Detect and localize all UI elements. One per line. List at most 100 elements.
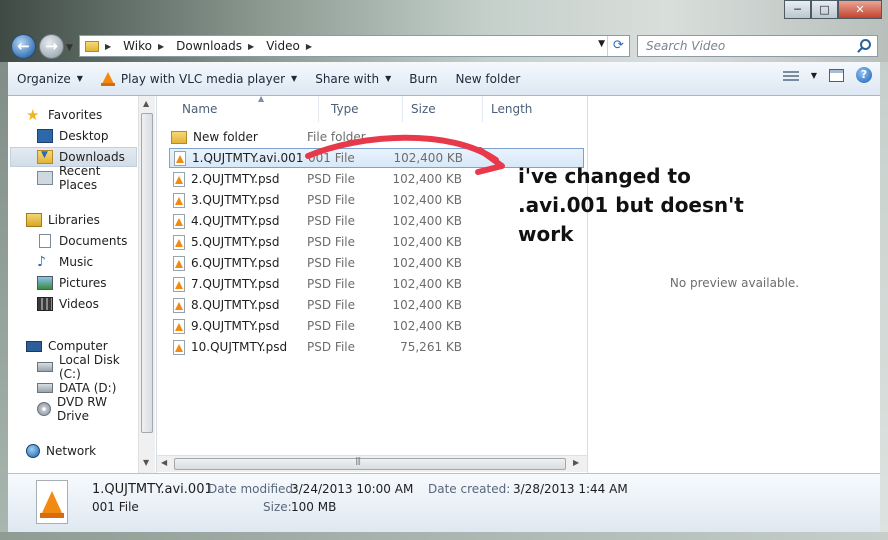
vlc-file-icon xyxy=(173,234,185,250)
date-modified-value: 3/24/2013 10:00 AM xyxy=(291,482,414,496)
vlc-file-icon xyxy=(173,339,185,355)
breadcrumb-downloads[interactable]: Downloads ▶ xyxy=(176,39,260,53)
chevron-right-icon[interactable]: ▶ xyxy=(105,42,111,51)
pictures-icon xyxy=(37,276,53,290)
chevron-down-icon: ▼ xyxy=(291,74,298,83)
window-frame-right xyxy=(880,62,888,532)
sidebar-item-recent-places[interactable]: Recent Places xyxy=(37,164,137,192)
column-header-name[interactable]: ▲ Name xyxy=(174,94,319,122)
window-frame-left xyxy=(0,62,8,532)
chevron-right-icon[interactable]: ▶ xyxy=(306,42,312,51)
date-modified-label: Date modified: xyxy=(208,482,298,496)
back-button[interactable]: ← xyxy=(11,34,36,59)
sidebar-item-music[interactable]: ♪ Music xyxy=(37,252,137,272)
vlc-file-icon xyxy=(173,171,185,187)
scrollbar-thumb[interactable] xyxy=(174,456,566,470)
folder-icon xyxy=(85,40,99,52)
star-icon: ★ xyxy=(26,106,40,124)
window-frame-bottom xyxy=(0,532,888,540)
hard-disk-icon xyxy=(37,362,53,372)
file-row[interactable]: 9.QUJTMTY.psd PSD File 102,400 KB xyxy=(169,316,584,336)
sidebar-item-network[interactable]: Network xyxy=(26,441,136,461)
address-dropdown-icon[interactable]: ▼ xyxy=(598,39,605,49)
sidebar-item-local-disk[interactable]: Local Disk (C:) xyxy=(37,353,139,381)
horizontal-scrollbar[interactable]: ◀ ▶ xyxy=(157,455,587,472)
burn-button[interactable]: Burn xyxy=(400,67,446,91)
network-icon xyxy=(26,444,40,458)
organize-button[interactable]: Organize ▼ xyxy=(8,67,92,91)
search-icon[interactable] xyxy=(860,39,871,50)
file-row[interactable]: 8.QUJTMTY.psd PSD File 102,400 KB xyxy=(169,295,584,315)
folder-icon xyxy=(171,130,187,144)
chevron-down-icon: ▼ xyxy=(385,74,392,83)
navigation-scrollbar[interactable]: ▲ ▼ xyxy=(138,96,155,473)
preview-pane: No preview available. xyxy=(587,96,880,473)
chevron-right-icon[interactable]: ▶ xyxy=(248,42,254,51)
scroll-up-icon[interactable]: ▲ xyxy=(143,99,149,108)
hard-disk-icon xyxy=(37,383,53,393)
new-folder-button[interactable]: New folder xyxy=(446,67,529,91)
column-header-size[interactable]: Size xyxy=(403,96,483,122)
vlc-file-icon xyxy=(173,213,185,229)
music-icon: ♪ xyxy=(37,254,46,270)
vlc-file-icon xyxy=(173,192,185,208)
minimize-button[interactable]: ─ xyxy=(784,0,811,19)
maximize-button[interactable]: □ xyxy=(811,0,838,19)
annotation-text: i've changed to .avi.001 but doesn't wor… xyxy=(518,164,744,246)
size-label: Size: xyxy=(263,500,292,514)
details-filetype: 001 File xyxy=(92,500,139,514)
help-icon[interactable]: ? xyxy=(856,67,872,83)
share-with-button[interactable]: Share with ▼ xyxy=(306,67,400,91)
command-bar: Organize ▼ Play with VLC media player ▼ Sh… xyxy=(8,62,880,96)
chevron-down-icon[interactable]: ▼ xyxy=(811,71,817,80)
vlc-icon xyxy=(100,71,115,86)
vlc-file-icon xyxy=(36,480,68,524)
documents-icon xyxy=(39,234,51,248)
scroll-down-icon[interactable]: ▼ xyxy=(143,458,149,467)
videos-icon xyxy=(37,297,53,311)
search-placeholder: Search Video xyxy=(646,39,726,53)
scrollbar-thumb[interactable] xyxy=(141,113,153,433)
date-created-value: 3/28/2013 1:44 AM xyxy=(513,482,628,496)
forward-button[interactable]: → xyxy=(39,34,64,59)
sidebar-item-documents[interactable]: Documents xyxy=(37,231,137,251)
vlc-file-icon xyxy=(174,150,186,166)
file-row[interactable]: 7.QUJTMTY.psd PSD File 102,400 KB xyxy=(169,274,584,294)
sidebar-item-videos[interactable]: Videos xyxy=(37,294,137,314)
change-view-icon[interactable] xyxy=(782,69,799,81)
breadcrumb-wiko[interactable]: Wiko ▶ xyxy=(123,39,170,53)
desktop-icon xyxy=(37,129,53,143)
size-value: 100 MB xyxy=(291,500,337,514)
details-pane: 1.QUJTMTY.avi.001 001 File Date modified… xyxy=(8,473,880,532)
downloads-folder-icon xyxy=(37,150,53,164)
search-box[interactable]: Search Video xyxy=(637,35,878,57)
recent-pages-dropdown-icon[interactable]: ▼ xyxy=(66,43,73,53)
sidebar-item-libraries[interactable]: Libraries xyxy=(26,210,136,230)
column-header-length[interactable]: Length xyxy=(483,96,583,122)
vlc-file-icon xyxy=(173,276,185,292)
file-row[interactable]: 6.QUJTMTY.psd PSD File 102,400 KB xyxy=(169,253,584,273)
sidebar-item-desktop[interactable]: Desktop xyxy=(37,126,137,146)
window-controls: ─ □ ✕ xyxy=(784,0,882,19)
file-row[interactable]: 10.QUJTMTY.psd PSD File 75,261 KB xyxy=(169,337,584,357)
recent-places-icon xyxy=(37,171,53,185)
address-bar[interactable]: ▶ Wiko ▶ Downloads ▶ Video ▶ ▼ ⟳ xyxy=(79,35,630,57)
refresh-icon[interactable]: ⟳ xyxy=(607,36,629,56)
play-vlc-button[interactable]: Play with VLC media player ▼ xyxy=(92,67,306,91)
chevron-down-icon: ▼ xyxy=(76,74,83,83)
sidebar-item-favorites[interactable]: ★ Favorites xyxy=(26,105,136,125)
sidebar-item-pictures[interactable]: Pictures xyxy=(37,273,137,293)
vlc-file-icon xyxy=(173,297,185,313)
preview-pane-icon[interactable] xyxy=(829,68,844,82)
chevron-right-icon[interactable]: ▶ xyxy=(158,42,164,51)
details-filename: 1.QUJTMTY.avi.001 xyxy=(92,482,213,497)
dvd-drive-icon xyxy=(37,402,51,416)
scroll-left-icon[interactable]: ◀ xyxy=(161,458,167,467)
breadcrumb-video[interactable]: Video ▶ xyxy=(266,39,318,53)
vlc-file-icon xyxy=(173,318,185,334)
no-preview-message: No preview available. xyxy=(669,276,800,290)
column-header-type[interactable]: Type xyxy=(323,96,403,122)
close-button[interactable]: ✕ xyxy=(838,0,882,19)
scroll-right-icon[interactable]: ▶ xyxy=(573,458,579,467)
sidebar-item-dvd-drive[interactable]: DVD RW Drive xyxy=(37,395,139,423)
